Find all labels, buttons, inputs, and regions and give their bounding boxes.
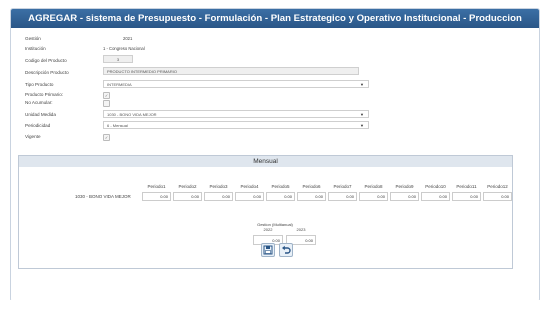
bottom-area [0, 300, 548, 314]
tipo-select[interactable]: INTERMEDIA ▼ [103, 80, 369, 88]
year-label: 2022 [263, 227, 273, 232]
label-acumular: No Acumular: [25, 100, 53, 105]
vigente-checkbox[interactable]: ✓ [103, 134, 110, 141]
period-header: Periodo10 [425, 184, 446, 189]
period-header: Periodo1 [147, 184, 166, 189]
label-primario: Producto Primario: [25, 92, 64, 97]
window-title: AGREGAR - sistema de Presupuesto - Formu… [11, 9, 539, 28]
period-header: Periodo5 [271, 184, 290, 189]
period-input[interactable]: 0.00 [452, 192, 481, 201]
label-descripcion: Descripción Producto [25, 70, 69, 75]
period-input[interactable]: 0.00 [204, 192, 233, 201]
period-header: Periodo9 [395, 184, 414, 189]
acumular-checkbox[interactable] [103, 100, 110, 107]
period-header: Periodo11 [456, 184, 477, 189]
unidad-select[interactable]: 1030 - BONO VIDA MEJOR ▼ [103, 110, 369, 118]
period-input[interactable]: 0.00 [142, 192, 171, 201]
descripcion-field[interactable]: PRODUCTO INTERMEDIO PRIMARIO [103, 67, 359, 75]
label-codigo: Codigo del Producto [25, 58, 67, 63]
period-input[interactable]: 0.00 [483, 192, 512, 201]
save-icon [263, 245, 273, 255]
label-unidad: Unidad Medida [25, 112, 56, 117]
label-gestion: Gestión [25, 36, 41, 41]
dropdown-arrow-icon: ▼ [360, 112, 364, 117]
period-input[interactable]: 0.00 [297, 192, 326, 201]
primario-checkbox[interactable]: ✓ [103, 92, 110, 99]
periodicidad-value: 6 - Mensual [107, 123, 128, 128]
codigo-field[interactable]: 3 [103, 55, 133, 63]
period-input[interactable]: 0.00 [173, 192, 202, 201]
unidad-value: 1030 - BONO VIDA MEJOR [107, 112, 157, 117]
period-header: Periodo8 [364, 184, 383, 189]
save-button[interactable] [261, 243, 275, 257]
period-input[interactable]: 0.00 [328, 192, 357, 201]
dropdown-arrow-icon: ▼ [360, 123, 364, 128]
institucion-value: 1 - Congreso Nacional [103, 46, 145, 51]
period-header: Periodo7 [333, 184, 352, 189]
period-input[interactable]: 0.00 [390, 192, 419, 201]
period-input[interactable]: 0.00 [235, 192, 264, 201]
undo-button[interactable] [279, 243, 293, 257]
row-label: 1030 - BONO VIDA MEJOR [75, 194, 131, 199]
period-input[interactable]: 0.00 [359, 192, 388, 201]
period-header: Periodo2 [178, 184, 197, 189]
period-header: Periodo4 [240, 184, 259, 189]
gestion-value: 2021 [123, 36, 133, 41]
panel-title: Mensual [19, 156, 512, 167]
label-periodicidad: Periodicidad [25, 123, 51, 128]
label-institucion: Institución [25, 46, 46, 51]
undo-icon [282, 245, 291, 254]
periodicidad-select[interactable]: 6 - Mensual ▼ [103, 121, 369, 129]
label-tipo: Tipo Producto [25, 82, 54, 87]
period-header: Periodo3 [209, 184, 228, 189]
period-input[interactable]: 0.00 [266, 192, 295, 201]
label-vigente: Vigente [25, 134, 41, 139]
period-header: Periodo6 [302, 184, 321, 189]
dropdown-arrow-icon: ▼ [360, 82, 364, 87]
period-header: Periodo12 [487, 184, 508, 189]
year-label: 2023 [296, 227, 306, 232]
tipo-value: INTERMEDIA [107, 82, 132, 87]
period-input[interactable]: 0.00 [421, 192, 450, 201]
